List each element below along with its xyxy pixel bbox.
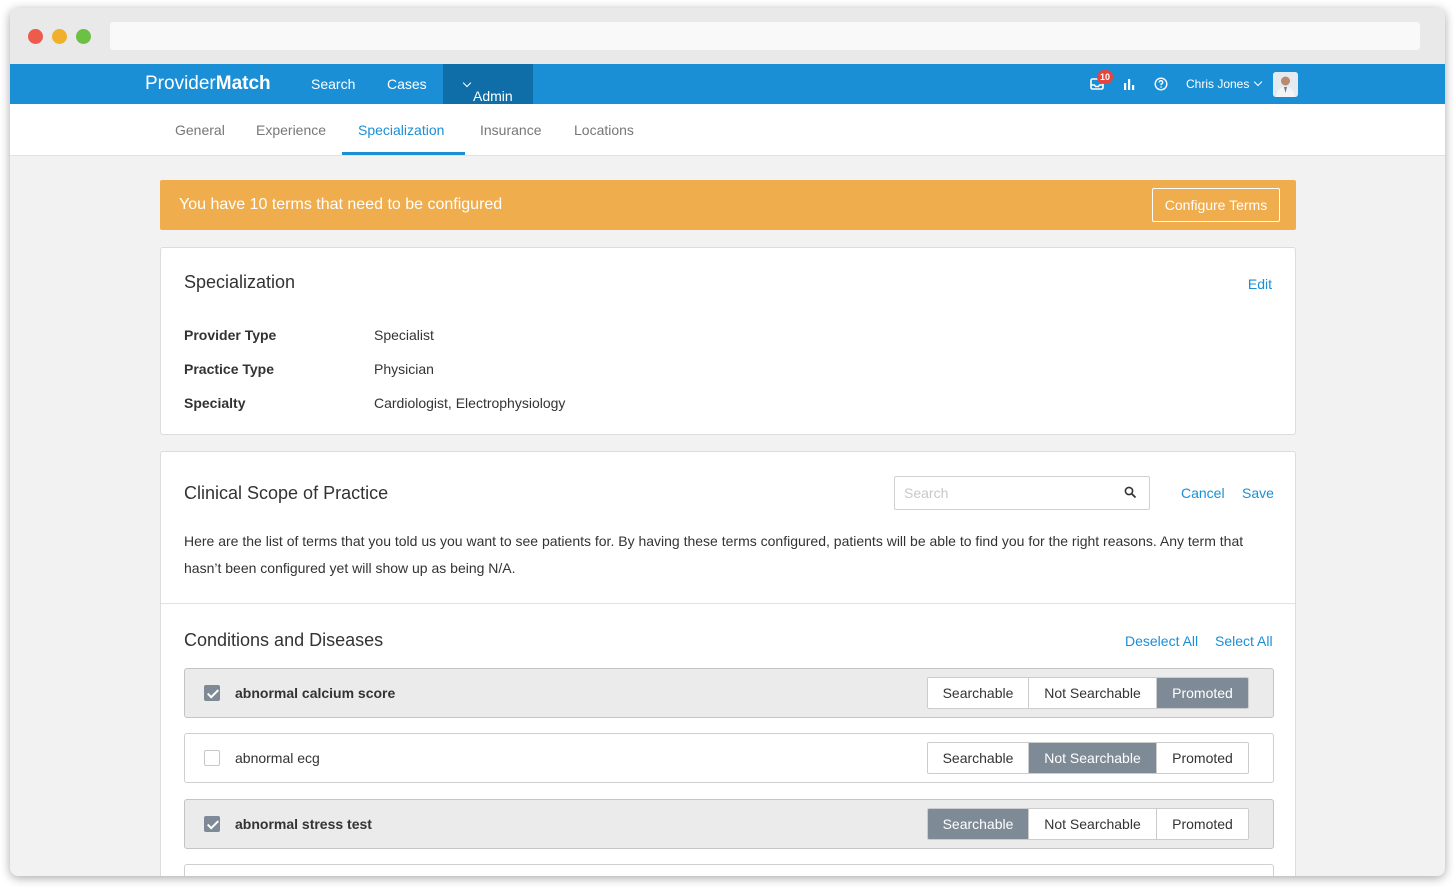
option-searchable[interactable]: Searchable	[928, 743, 1029, 773]
avatar[interactable]	[1273, 72, 1298, 97]
option-not-searchable[interactable]: Not Searchable	[1029, 809, 1157, 839]
brand-bold: Match	[215, 73, 271, 94]
deselect-all-link[interactable]: Deselect All	[1125, 633, 1198, 649]
term-label: abnormal stress test	[235, 816, 372, 832]
top-navigation: ProviderMatch Search Cases Admin 10 Chri…	[10, 64, 1445, 104]
configure-terms-button[interactable]: Configure Terms	[1152, 188, 1280, 222]
stats-icon[interactable]	[1122, 77, 1136, 91]
option-promoted[interactable]: Promoted	[1157, 678, 1248, 708]
user-menu[interactable]: Chris Jones	[1186, 77, 1263, 91]
tab-insurance[interactable]: Insurance	[480, 122, 541, 138]
nav-admin[interactable]: Admin	[443, 64, 533, 104]
term-checkbox[interactable]	[204, 750, 220, 766]
user-name: Chris Jones	[1186, 77, 1250, 91]
brand-light: Provider	[145, 73, 216, 94]
term-row: abnormal stress test Searchable Not Sear…	[184, 799, 1274, 849]
provider-type-label: Provider Type	[184, 327, 277, 343]
help-icon[interactable]	[1154, 77, 1168, 91]
conditions-title: Conditions and Diseases	[184, 630, 384, 650]
select-all-link[interactable]: Select All	[1215, 633, 1273, 649]
avatar-image	[1273, 72, 1298, 97]
visibility-toggle: Searchable Not Searchable Promoted	[927, 742, 1249, 774]
specialization-card: Specialization Edit Provider Type Specia…	[160, 247, 1296, 435]
tab-locations[interactable]: Locations	[574, 122, 634, 138]
sub-navigation: General Experience Specialization Insura…	[10, 104, 1445, 156]
specialization-title: Specialization	[184, 272, 296, 292]
term-row: abnormal calcium score Searchable Not Se…	[184, 668, 1274, 718]
chevron-down-icon	[1254, 77, 1263, 87]
minimize-window-button[interactable]	[52, 29, 67, 44]
term-checkbox[interactable]	[204, 685, 220, 701]
section-divider	[161, 603, 1295, 604]
browser-window: ProviderMatch Search Cases Admin 10 Chri…	[10, 8, 1445, 876]
cancel-link[interactable]: Cancel	[1181, 485, 1225, 501]
practice-type-label: Practice Type	[184, 361, 275, 377]
term-label: abnormal calcium score	[235, 685, 396, 701]
configure-terms-alert: You have 10 terms that need to be config…	[160, 180, 1296, 230]
clinical-scope-title: Clinical Scope of Practice	[184, 483, 389, 503]
brand-logo[interactable]: ProviderMatch	[145, 73, 271, 95]
nav-cases[interactable]: Cases	[387, 76, 427, 92]
visibility-toggle: Searchable Not Searchable Promoted	[927, 808, 1249, 840]
notification-badge: 10	[1097, 70, 1114, 84]
save-link[interactable]: Save	[1242, 485, 1274, 501]
nav-search[interactable]: Search	[311, 76, 355, 92]
option-promoted[interactable]: Promoted	[1157, 809, 1248, 839]
specialty-value: Cardiologist, Electrophysiology	[374, 395, 566, 411]
tab-experience[interactable]: Experience	[256, 122, 326, 138]
option-not-searchable[interactable]: Not Searchable	[1029, 678, 1157, 708]
search-icon[interactable]	[1124, 486, 1137, 499]
tab-specialization[interactable]: Specialization	[358, 122, 444, 138]
chevron-down-icon	[462, 78, 472, 88]
term-checkbox[interactable]	[204, 816, 220, 832]
option-not-searchable[interactable]: Not Searchable	[1029, 743, 1157, 773]
close-window-button[interactable]	[28, 29, 43, 44]
nav-admin-label: Admin	[473, 88, 513, 104]
address-bar[interactable]	[110, 22, 1420, 50]
search-input[interactable]	[894, 476, 1150, 510]
edit-link[interactable]: Edit	[1248, 276, 1272, 292]
term-row: abnormal ecg Searchable Not Searchable P…	[184, 733, 1274, 783]
tab-general[interactable]: General	[175, 122, 225, 138]
alert-message: You have 10 terms that need to be config…	[179, 196, 503, 213]
visibility-toggle: Searchable Not Searchable Promoted	[927, 677, 1249, 709]
clinical-scope-description: Here are the list of terms that you told…	[184, 533, 1244, 576]
term-row	[184, 864, 1274, 876]
option-promoted[interactable]: Promoted	[1157, 743, 1248, 773]
practice-type-value: Physician	[374, 361, 434, 377]
maximize-window-button[interactable]	[76, 29, 91, 44]
specialty-label: Specialty	[184, 395, 246, 411]
option-searchable[interactable]: Searchable	[928, 809, 1029, 839]
browser-chrome	[10, 8, 1445, 64]
provider-type-value: Specialist	[374, 327, 434, 343]
clinical-scope-card: Clinical Scope of Practice Cancel Save H…	[160, 451, 1296, 876]
term-label: abnormal ecg	[235, 750, 320, 766]
option-searchable[interactable]: Searchable	[928, 678, 1029, 708]
active-tab-indicator	[342, 152, 465, 155]
